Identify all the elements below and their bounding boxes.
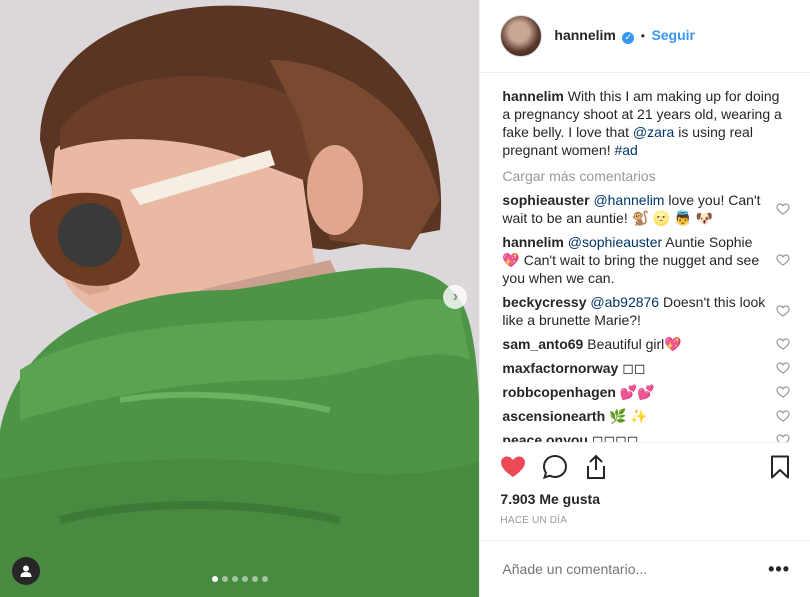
comment-like-heart-icon[interactable] — [776, 410, 790, 422]
comment-item: beckycressy @ab92876 Doesn't this look l… — [502, 293, 790, 329]
caption-username[interactable]: hannelim — [502, 88, 563, 104]
load-more-comments-button[interactable]: Cargar más comentarios — [502, 167, 790, 185]
more-options-button[interactable]: ••• — [768, 559, 790, 580]
comment-like-heart-icon[interactable] — [776, 386, 790, 398]
comment-username[interactable]: ascensionearth — [502, 408, 605, 424]
action-bar — [500, 442, 790, 485]
verified-icon: ✓ — [622, 31, 635, 44]
comment-mention[interactable]: @hannelim — [593, 192, 664, 208]
comment-text: 💕💕 — [619, 384, 655, 400]
comment-username[interactable]: hannelim — [502, 234, 563, 250]
comment-text: ◻◻◻◻ — [591, 432, 639, 442]
comment-mention[interactable]: @ab92876 — [590, 294, 659, 310]
comment-like-heart-icon[interactable] — [776, 338, 790, 350]
share-icon[interactable] — [584, 454, 608, 480]
avatar[interactable] — [500, 15, 543, 57]
chevron-right-icon: › — [452, 288, 459, 305]
header-username[interactable]: hannelim — [554, 27, 615, 43]
comment-item: peace.onyou ◻◻◻◻ — [502, 431, 790, 442]
add-comment-input[interactable] — [500, 560, 745, 578]
post-photo[interactable]: › — [0, 0, 480, 597]
comment-username[interactable]: sophieauster — [502, 192, 589, 208]
carousel-dot — [241, 576, 248, 582]
comment-mention[interactable]: @sophieauster — [568, 234, 662, 250]
add-comment-bar: ••• — [480, 540, 810, 597]
caption-hashtag[interactable]: #ad — [614, 142, 637, 158]
likes-count[interactable]: 7.903 Me gusta — [480, 485, 810, 507]
post-sidebar: hannelim ✓ • Seguir hannelim With this I… — [479, 0, 810, 597]
carousel-dot — [261, 576, 268, 582]
comment-like-heart-icon[interactable] — [776, 362, 790, 374]
comment-icon[interactable] — [542, 454, 568, 480]
comment-like-heart-icon[interactable] — [776, 305, 790, 317]
comment-item: sophieauster @hannelim love you! Can't w… — [502, 191, 790, 227]
bookmark-icon[interactable] — [770, 455, 790, 479]
photo-illustration — [0, 0, 480, 597]
follow-button[interactable]: Seguir — [651, 27, 695, 43]
comment-like-heart-icon[interactable] — [776, 203, 790, 215]
carousel-dot — [211, 576, 218, 582]
comment-like-heart-icon[interactable] — [776, 434, 790, 442]
comment-list: sophieauster @hannelim love you! Can't w… — [502, 191, 790, 442]
comment-text: 🌿 ✨ — [609, 408, 648, 424]
timestamp[interactable]: HACE UN DÍA — [480, 507, 810, 540]
comment-like-heart-icon[interactable] — [776, 254, 790, 266]
comment-item: hannelim @sophieauster Auntie Sophie 💖 C… — [502, 233, 790, 287]
separator-dot: • — [640, 29, 645, 43]
comment-text: Beautiful girl💖 — [587, 336, 682, 352]
comment-item: robbcopenhagen 💕💕 — [502, 383, 790, 401]
comment-item: ascensionearth 🌿 ✨ — [502, 407, 790, 425]
carousel-dot — [231, 576, 238, 582]
comment-text: ◻◻ — [622, 360, 646, 376]
comment-item: maxfactornorway ◻◻ — [502, 359, 790, 377]
caption-mention[interactable]: @zara — [633, 124, 674, 140]
post-caption: hannelim With this I am making up for do… — [502, 87, 790, 159]
comment-username[interactable]: maxfactornorway — [502, 360, 618, 376]
comment-username[interactable]: sam_anto69 — [502, 336, 583, 352]
post-header: hannelim ✓ • Seguir — [480, 0, 810, 73]
carousel-dot — [221, 576, 228, 582]
comment-item: sam_anto69 Beautiful girl💖 — [502, 335, 790, 353]
comments-section: hannelim With this I am making up for do… — [480, 73, 810, 442]
instagram-post: › hannelim ✓ • Seguir hannelim With this… — [0, 0, 810, 597]
heart-icon[interactable] — [500, 455, 526, 479]
comment-username[interactable]: peace.onyou — [502, 432, 588, 442]
comment-username[interactable]: robbcopenhagen — [502, 384, 616, 400]
carousel-dot — [251, 576, 258, 582]
carousel-indicator — [0, 576, 479, 582]
comment-username[interactable]: beckycressy — [502, 294, 586, 310]
